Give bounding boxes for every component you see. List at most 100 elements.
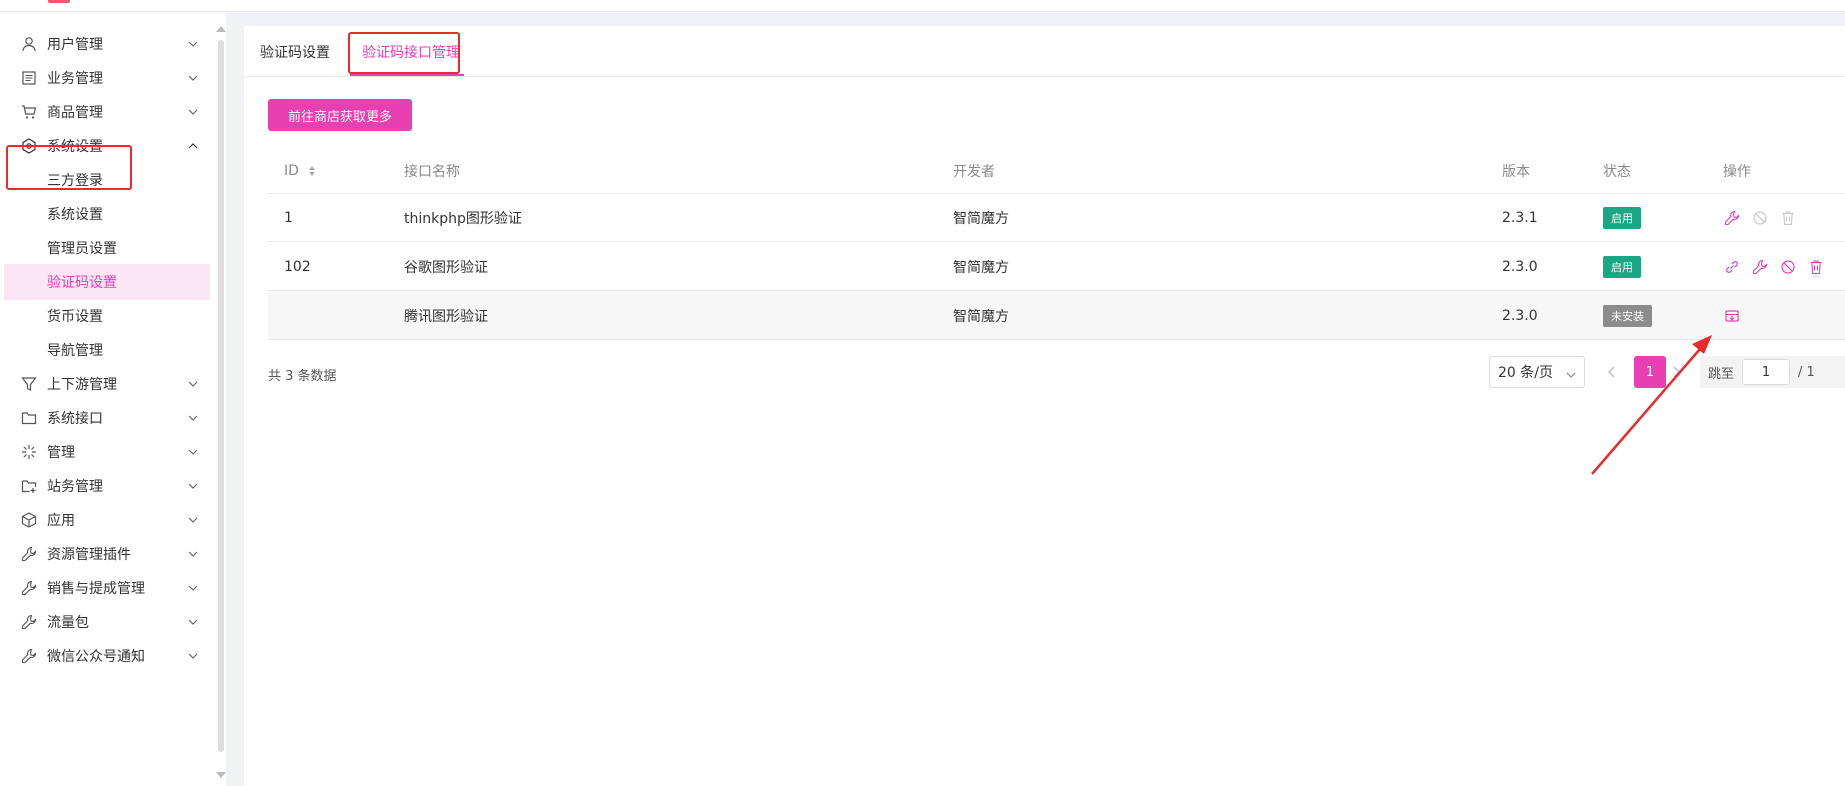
status-badge: 启用 (1603, 255, 1641, 278)
funnel-icon (20, 375, 38, 393)
table-header: ID 接口名称 开发者 版本 状态 操作 (268, 148, 1845, 194)
row-developer: 智简魔方 (953, 259, 1009, 276)
sidebar-item-upstream-downstream[interactable]: 上下游管理 (4, 366, 210, 402)
tab-captcha-interface-management[interactable]: 验证码接口管理 (362, 42, 460, 62)
table-row: 1 thinkphp图形验证 智简魔方 2.3.1 启用 (268, 194, 1845, 242)
spark-icon (20, 443, 38, 461)
row-version: 2.3.1 (1502, 209, 1538, 226)
column-header-developer: 开发者 (953, 163, 995, 180)
sidebar-item-sales-commission[interactable]: 销售与提成管理 (4, 570, 210, 606)
sidebar-item-label: 管理 (47, 445, 75, 461)
scroll-up-arrow[interactable] (216, 26, 226, 32)
row-status: 启用 (1603, 243, 1641, 290)
sidebar-subitem-currency-settings[interactable]: 货币设置 (4, 298, 210, 334)
sidebar-item-label: 系统接口 (47, 411, 103, 427)
sidebar-item-label: 微信公众号通知 (47, 649, 145, 665)
status-badge: 启用 (1603, 206, 1641, 229)
jump-to-page: 跳至 / 1 (1700, 356, 1845, 388)
install-icon[interactable] (1723, 307, 1741, 325)
sort-icon[interactable] (308, 165, 315, 176)
sidebar-subitem-admin-settings[interactable]: 管理员设置 (4, 230, 210, 266)
cart-icon (20, 103, 38, 121)
active-tab-indicator (350, 74, 464, 76)
row-developer: 智简魔方 (953, 308, 1009, 325)
sidebar-item-product-management[interactable]: 商品管理 (4, 94, 210, 130)
jump-page-input[interactable] (1742, 359, 1791, 385)
go-to-store-button[interactable]: 前往商店获取更多 (268, 99, 412, 131)
tab-captcha-settings[interactable]: 验证码设置 (260, 42, 330, 62)
scroll-down-arrow[interactable] (216, 772, 226, 778)
delete-icon[interactable] (1807, 258, 1825, 276)
sidebar-item-management[interactable]: 管理 (4, 434, 210, 470)
chevron-down-icon (186, 479, 200, 493)
row-status: 启用 (1603, 194, 1641, 241)
row-actions (1723, 243, 1825, 290)
sidebar-item-system-interface[interactable]: 系统接口 (4, 400, 210, 436)
sidebar-subitem-system-settings[interactable]: 系统设置 (4, 196, 210, 232)
sidebar-item-traffic-package[interactable]: 流量包 (4, 604, 210, 640)
chevron-down-icon (186, 105, 200, 119)
sidebar-item-label: 流量包 (47, 615, 89, 631)
next-page-button[interactable] (1670, 363, 1682, 381)
column-header-version: 版本 (1502, 163, 1530, 180)
sidebar-subitem-navigation-management[interactable]: 导航管理 (4, 332, 210, 368)
row-developer: 智简魔方 (953, 210, 1009, 227)
row-id: 102 (284, 258, 311, 275)
delete-icon[interactable] (1779, 209, 1797, 227)
sidebar-item-label: 上下游管理 (47, 377, 117, 393)
column-header-id[interactable]: ID (284, 148, 315, 193)
chevron-down-icon (186, 411, 200, 425)
sidebar-item-label: 应用 (47, 513, 75, 529)
chevron-down-icon (186, 649, 200, 663)
table-row: 102 谷歌图形验证 智简魔方 2.3.0 启用 (268, 243, 1845, 291)
settings-hexagon-icon (20, 137, 38, 155)
sidebar-subitem-third-party-login[interactable]: 三方登录 (4, 162, 210, 198)
chevron-down-icon (186, 445, 200, 459)
user-icon (20, 35, 38, 53)
disable-icon[interactable] (1751, 209, 1769, 227)
column-header-status: 状态 (1603, 163, 1631, 180)
jump-label: 跳至 (1708, 366, 1735, 382)
sidebar-item-user-management[interactable]: 用户管理 (4, 26, 210, 62)
chevron-down-icon (186, 547, 200, 561)
page-number-current[interactable]: 1 (1634, 356, 1666, 388)
folder-add-icon (20, 477, 38, 495)
sidebar-item-resource-plugin[interactable]: 资源管理插件 (4, 536, 210, 572)
disable-icon[interactable] (1779, 258, 1797, 276)
sidebar-item-site-management[interactable]: 站务管理 (4, 468, 210, 504)
chevron-down-icon (186, 377, 200, 391)
total-pages: / 1 (1798, 364, 1815, 380)
wrench-icon (20, 545, 38, 563)
column-header-actions: 操作 (1723, 163, 1751, 180)
main-panel: 验证码设置 验证码接口管理 前往商店获取更多 ID 接口名称 开发者 版本 状态… (244, 26, 1845, 786)
column-header-name: 接口名称 (404, 163, 460, 180)
sidebar-item-label: 资源管理插件 (47, 547, 131, 563)
wrench-icon (20, 613, 38, 631)
sidebar-scrollbar[interactable] (218, 40, 224, 752)
chevron-down-icon (186, 71, 200, 85)
wrench-icon[interactable] (1751, 258, 1769, 276)
sidebar-item-business-management[interactable]: 业务管理 (4, 60, 210, 96)
row-name: thinkphp图形验证 (404, 210, 522, 227)
chevron-down-icon (1566, 366, 1576, 382)
list-icon (20, 69, 38, 87)
table-row: 腾讯图形验证 智简魔方 2.3.0 未安装 (268, 292, 1845, 340)
sidebar-item-wechat-notify[interactable]: 微信公众号通知 (4, 638, 210, 674)
sidebar-item-system-settings[interactable]: 系统设置 (4, 128, 210, 164)
total-count: 共 3 条数据 (268, 369, 337, 384)
sidebar-item-applications[interactable]: 应用 (4, 502, 210, 538)
sidebar-item-label: 系统设置 (47, 139, 103, 155)
wrench-icon[interactable] (1723, 209, 1741, 227)
tab-bar: 验证码设置 验证码接口管理 (244, 26, 1845, 77)
wrench-icon (20, 579, 38, 597)
row-id: 1 (284, 209, 293, 226)
sidebar-item-label: 商品管理 (47, 105, 103, 121)
sidebar-item-label: 销售与提成管理 (47, 581, 145, 597)
row-name: 腾讯图形验证 (404, 308, 488, 325)
page-size-select[interactable]: 20 条/页 (1489, 356, 1585, 388)
row-status: 未安装 (1603, 292, 1652, 339)
prev-page-button[interactable] (1606, 363, 1618, 381)
sidebar-subitem-captcha-settings[interactable]: 验证码设置 (4, 264, 210, 300)
link-icon[interactable] (1723, 258, 1741, 276)
sidebar: 用户管理 业务管理 商品管理 系统设置 三方登录 系统设置 管理员设置 验证码设… (0, 12, 226, 786)
